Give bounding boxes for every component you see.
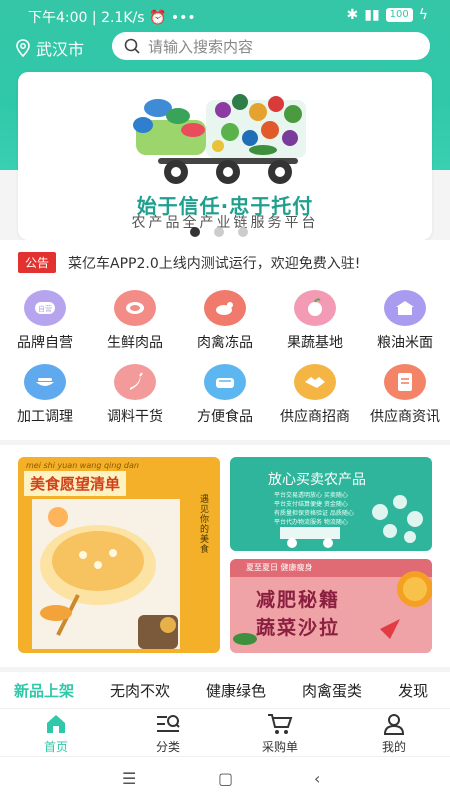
category-poultry-frozen[interactable]: 肉禽冻品 bbox=[180, 290, 270, 352]
carousel-dot[interactable] bbox=[238, 227, 248, 237]
announcement-bar[interactable]: 公告 菜亿车APP2.0上线内测试运行，欢迎免费入驻! bbox=[18, 252, 360, 273]
status-right: ✱ ▮▮ 100 ϟ bbox=[347, 7, 429, 23]
food-photo-illustration bbox=[32, 499, 180, 649]
alarm-icon: ⏰ bbox=[149, 10, 167, 26]
carousel-indicator bbox=[190, 227, 248, 237]
handshake-icon bbox=[294, 364, 336, 400]
nav-label: 采购单 bbox=[261, 740, 298, 754]
tab-new-arrivals[interactable]: 新品上架 bbox=[14, 680, 74, 701]
carousel-dot[interactable] bbox=[190, 227, 200, 237]
svg-text:自营: 自营 bbox=[38, 304, 52, 313]
more-dots-icon: ••• bbox=[170, 10, 196, 26]
fruit-icon bbox=[294, 290, 336, 326]
banner-carousel[interactable]: 始于信任·忠于托付 农产品全产业链服务平台 bbox=[18, 72, 432, 240]
tab-healthy-green[interactable]: 健康绿色 bbox=[206, 680, 266, 701]
location-search-row: 武汉市 请输入搜索内容 bbox=[0, 30, 450, 62]
category-label: 肉禽冻品 bbox=[197, 335, 253, 351]
back-icon[interactable]: ‹ bbox=[314, 769, 320, 788]
nav-category[interactable]: 分类 bbox=[128, 713, 208, 755]
search-placeholder: 请输入搜索内容 bbox=[148, 37, 254, 56]
category-search-icon bbox=[157, 715, 180, 732]
location-selector[interactable]: 武汉市 bbox=[16, 36, 84, 60]
meat-icon bbox=[114, 290, 156, 326]
document-icon bbox=[384, 364, 426, 400]
signal-icon: ▮▮ bbox=[364, 7, 380, 23]
cart-icon bbox=[268, 714, 293, 734]
nav-home[interactable]: 首页 bbox=[16, 713, 96, 755]
category-supplier-news[interactable]: 供应商资讯 bbox=[360, 364, 450, 426]
nav-label: 分类 bbox=[155, 740, 180, 754]
category-fruit-veg-base[interactable]: 果蔬基地 bbox=[270, 290, 360, 352]
category-convenience-food[interactable]: 方便食品 bbox=[180, 364, 270, 426]
tab-poultry-eggs[interactable]: 肉禽蛋类 bbox=[302, 680, 362, 701]
bottom-navigation: 首页 分类 采购单 我的 bbox=[0, 708, 450, 757]
status-left: 下午4:00 | 2.1K/s ⏰ ••• bbox=[28, 10, 196, 26]
search-icon bbox=[124, 38, 140, 54]
network-speed: 2.1K/s bbox=[101, 10, 145, 26]
category-label: 粮油米面 bbox=[377, 335, 433, 351]
carousel-dot[interactable] bbox=[214, 227, 224, 237]
city-label: 武汉市 bbox=[36, 40, 85, 59]
category-label: 调料干货 bbox=[107, 409, 163, 425]
category-seasoning-dry[interactable]: 调料干货 bbox=[90, 364, 180, 426]
product-tabs: 新品上架 无肉不欢 健康绿色 肉禽蛋类 发现 bbox=[0, 672, 450, 708]
promo-side-text: 遇见你的美食 bbox=[200, 495, 210, 555]
profile-icon bbox=[383, 714, 405, 735]
category-brand-self[interactable]: 自营 品牌自营 bbox=[0, 290, 90, 352]
status-bar: 下午4:00 | 2.1K/s ⏰ ••• ✱ ▮▮ 100 ϟ bbox=[0, 0, 450, 30]
bluetooth-icon: ✱ bbox=[346, 7, 359, 23]
category-label: 品牌自营 bbox=[17, 335, 73, 351]
promo-card-trade-agri[interactable]: 放心买卖农产品 平台交易透明放心 买卖随心 平台支付结算便捷 资金随心 有质量担… bbox=[230, 457, 432, 551]
tab-meat-lovers[interactable]: 无肉不欢 bbox=[110, 680, 170, 701]
category-label: 方便食品 bbox=[197, 409, 253, 425]
nav-label: 首页 bbox=[43, 740, 68, 754]
promo-pinyin: mei shi yuan wang qing dan bbox=[26, 461, 139, 470]
noodle-box-icon bbox=[204, 364, 246, 400]
nav-purchase-list[interactable]: 采购单 bbox=[240, 713, 320, 755]
charging-icon: ϟ bbox=[418, 7, 428, 23]
category-label: 供应商资讯 bbox=[370, 409, 440, 425]
category-label: 供应商招商 bbox=[280, 409, 350, 425]
category-label: 果蔬基地 bbox=[287, 335, 343, 351]
category-label: 加工调理 bbox=[17, 409, 73, 425]
category-supplier-recruit[interactable]: 供应商招商 bbox=[270, 364, 360, 426]
vegetable-truck-illustration bbox=[133, 94, 306, 184]
poultry-icon bbox=[204, 290, 246, 326]
promo-card-food-wishlist[interactable]: mei shi yuan wang qing dan 美食愿望清单 遇见你的美食 bbox=[18, 457, 220, 653]
home-icon bbox=[47, 715, 65, 733]
menu-icon[interactable]: ☰ bbox=[122, 769, 136, 788]
nav-label: 我的 bbox=[381, 740, 406, 754]
promo-title: 美食愿望清单 bbox=[24, 471, 127, 496]
brand-badge-icon: 自营 bbox=[24, 290, 66, 326]
home-square-icon[interactable]: ▢ bbox=[218, 769, 233, 788]
processing-icon bbox=[24, 364, 66, 400]
tab-discover[interactable]: 发现 bbox=[398, 680, 428, 701]
status-time: 下午4:00 bbox=[28, 10, 88, 26]
promo-card-diet-salad[interactable]: 夏至夏日 健康瘦身 减肥秘籍 蔬菜沙拉 bbox=[230, 559, 432, 653]
location-pin-icon bbox=[16, 39, 30, 57]
battery-icon: 100 bbox=[385, 8, 413, 22]
category-fresh-meat[interactable]: 生鲜肉品 bbox=[90, 290, 180, 352]
category-label: 生鲜肉品 bbox=[107, 335, 163, 351]
granary-icon bbox=[384, 290, 426, 326]
chili-icon bbox=[114, 364, 156, 400]
category-processing[interactable]: 加工调理 bbox=[0, 364, 90, 426]
category-grain-oil[interactable]: 粮油米面 bbox=[360, 290, 450, 352]
announcement-tag: 公告 bbox=[18, 252, 57, 273]
system-navigation-bar: ☰ ▢ ‹ bbox=[0, 756, 450, 801]
announcement-text: 菜亿车APP2.0上线内测试运行，欢迎免费入驻! bbox=[68, 255, 361, 272]
truck-silhouette-illustration bbox=[280, 495, 423, 548]
nav-profile[interactable]: 我的 bbox=[354, 713, 434, 755]
salad-fruit-illustration bbox=[233, 571, 432, 645]
search-input[interactable]: 请输入搜索内容 bbox=[112, 32, 430, 60]
